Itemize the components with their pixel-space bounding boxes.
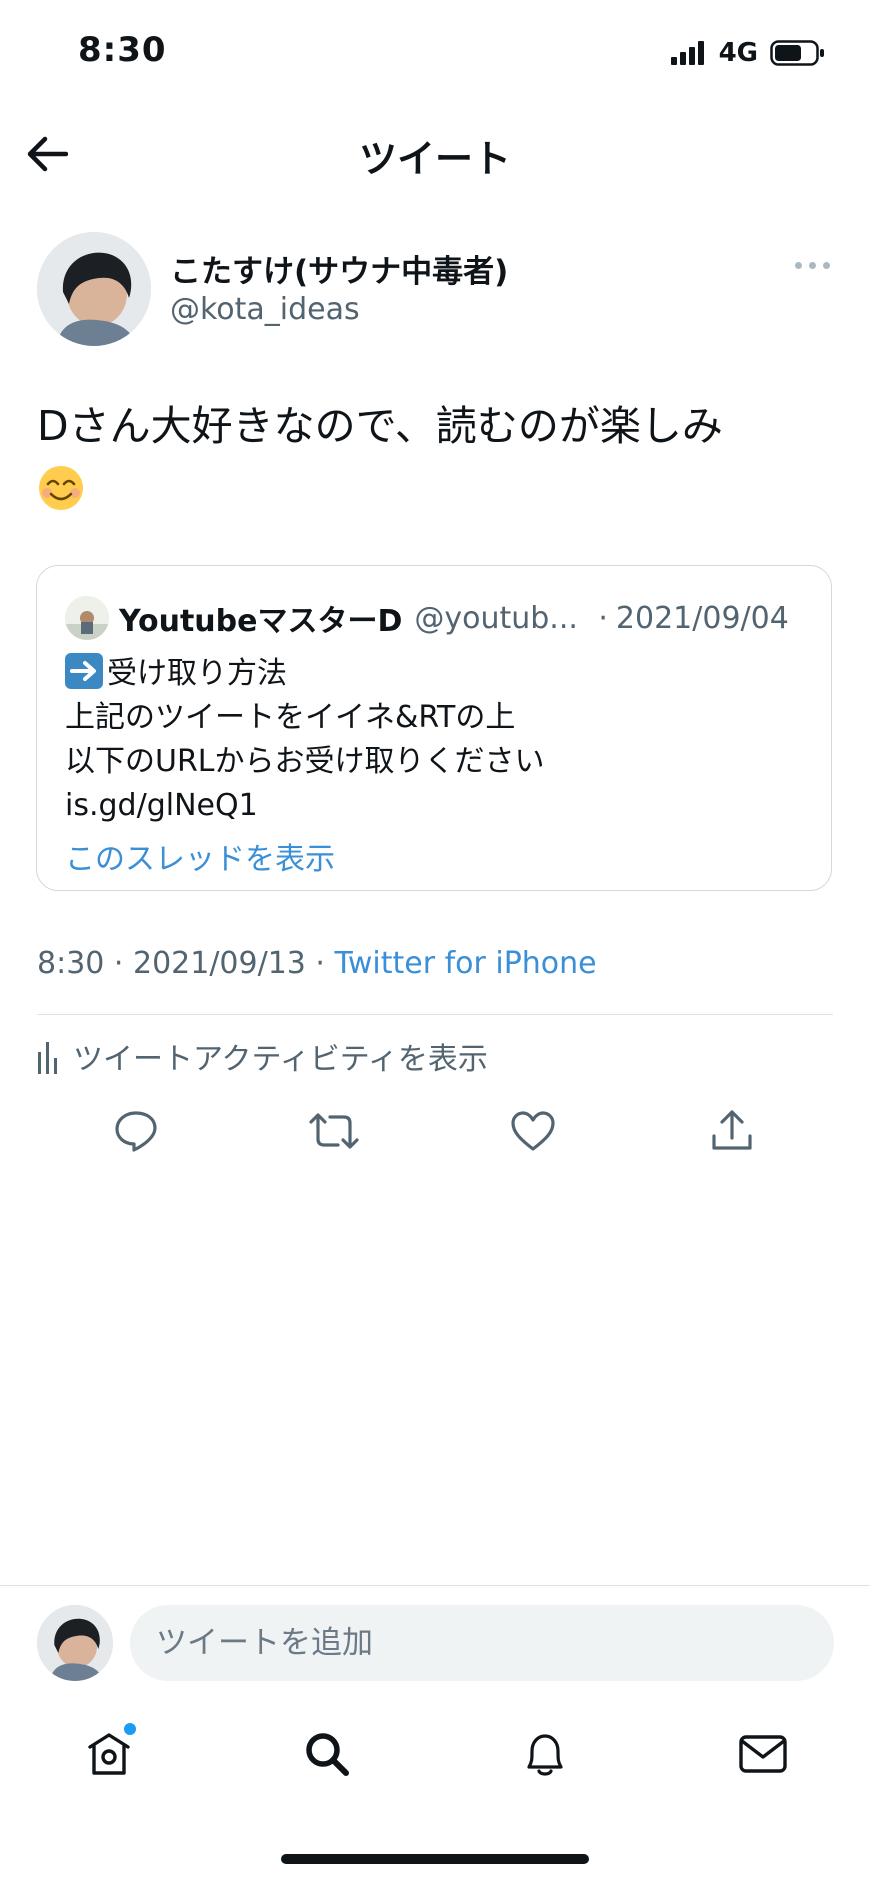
search-icon [306, 1733, 349, 1776]
share-button[interactable] [702, 1101, 762, 1161]
quoted-separator: · [598, 600, 608, 636]
notifications-icon [527, 1734, 563, 1776]
nav-notifications[interactable] [510, 1719, 580, 1789]
analytics-icon [38, 1042, 57, 1074]
more-dot-icon [809, 262, 816, 269]
composer-divider [0, 1585, 870, 1586]
avatar-photo [37, 232, 151, 346]
like-icon [511, 1111, 555, 1151]
notification-dot [124, 1723, 136, 1735]
divider [37, 1014, 833, 1015]
page-title: ツイート [358, 137, 511, 181]
back-button[interactable] [22, 132, 72, 176]
tweet-activity-link[interactable]: ツイートアクティビティを表示 [37, 1034, 488, 1078]
author-name[interactable]: こたすけ(サウナ中毒者) [170, 246, 508, 291]
own-avatar-photo [37, 1605, 113, 1681]
tweet-meta: 8:30 · 2021/09/13 · Twitter for iPhone [37, 946, 597, 981]
quoted-line: 以下のURLからお受け取りください [65, 744, 545, 779]
messages-icon [739, 1735, 787, 1773]
home-icon [88, 1733, 130, 1775]
retweet-button[interactable] [304, 1101, 364, 1161]
quoted-author-avatar [65, 596, 109, 640]
more-options-button[interactable] [795, 262, 830, 269]
smiling-face-emoji-icon [39, 466, 83, 510]
like-button[interactable] [503, 1101, 563, 1161]
quoted-author-handle: @youtub... [414, 600, 578, 636]
author-handle[interactable]: @kota_ideas [170, 292, 360, 327]
quoted-avatar-photo [65, 596, 109, 640]
quoted-tweet-text: 受け取り方法 上記のツイートをイイネ&RTの上 以下のURLからお受け取りくださ… [65, 652, 805, 828]
status-time: 8:30 [78, 30, 167, 70]
own-avatar[interactable] [37, 1605, 113, 1681]
quoted-tweet-header: YoutubeマスターD @youtub... · 2021/09/04 [65, 596, 803, 640]
share-icon [712, 1110, 752, 1150]
battery-icon [770, 40, 824, 66]
quoted-line: 受け取り方法 [107, 656, 287, 691]
home-indicator [281, 1854, 589, 1864]
author-avatar[interactable] [37, 232, 151, 346]
reply-button[interactable] [106, 1101, 166, 1161]
quoted-author-name: YoutubeマスターD [119, 604, 403, 639]
reply-icon [115, 1111, 157, 1152]
reply-input[interactable] [130, 1605, 834, 1681]
quoted-line: 上記のツイートをイイネ&RTの上 [65, 700, 516, 735]
nav-messages[interactable] [728, 1719, 798, 1789]
more-dot-icon [823, 262, 830, 269]
tweet-text: Dさん大好きなので、読むのが楽しみ [37, 394, 837, 522]
status-indicators: 4G [670, 38, 826, 68]
tweet-source-link[interactable]: Twitter for iPhone [335, 946, 597, 981]
retweet-icon [309, 1113, 359, 1149]
quoted-date: 2021/09/04 [615, 600, 789, 636]
nav-search[interactable] [292, 1719, 362, 1789]
tweet-text-body: Dさん大好きなので、読むのが楽しみ [37, 402, 723, 450]
more-dot-icon [795, 262, 802, 269]
tweet-activity-label: ツイートアクティビティを表示 [73, 1042, 488, 1077]
right-arrow-emoji-icon [65, 653, 103, 689]
signal-icon [670, 41, 704, 65]
tweet-timestamp: 8:30 · 2021/09/13 · [37, 946, 335, 981]
nav-home[interactable] [74, 1719, 144, 1789]
back-arrow-icon [27, 136, 68, 172]
quoted-line: is.gd/glNeQ1 [65, 788, 258, 823]
show-thread-link[interactable]: このスレッドを表示 [65, 834, 335, 878]
quoted-tweet-card[interactable]: YoutubeマスターD @youtub... · 2021/09/04 受け取… [36, 565, 832, 891]
network-label: 4G [718, 38, 758, 68]
